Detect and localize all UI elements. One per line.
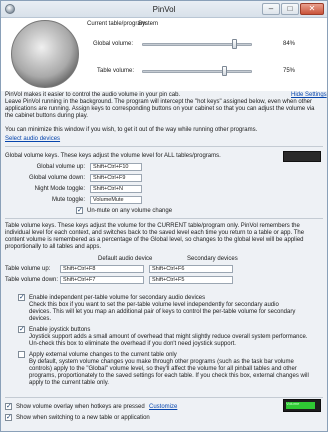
table-volume-thumb[interactable] (222, 66, 227, 76)
show-on-switch-checkbox[interactable]: ✓ (5, 414, 12, 421)
table-volume-slider[interactable] (142, 70, 252, 73)
pinvol-window: PinVol – □ ✕ Current table/program: Syst… (0, 0, 328, 432)
window-controls: – □ ✕ (262, 3, 324, 15)
global-keys-heading: Global volume keys. These keys adjust th… (5, 153, 221, 159)
global-down-label: Global volume down: (28, 175, 85, 181)
current-table-value: System (138, 21, 159, 27)
show-overlay-checkbox[interactable]: ✓ (5, 403, 12, 410)
global-down-key-field[interactable]: Shift+Ctrl+F9 (90, 174, 142, 182)
table-keys-heading: Table volume keys. These keys adjust the… (5, 223, 305, 250)
show-overlay-label: Show volume overlay when hotkeys are pre… (16, 404, 145, 410)
global-volume-thumb[interactable] (231, 39, 237, 49)
table-down-default-field[interactable]: Shift+Ctrl+F7 (60, 276, 144, 284)
hide-settings-link[interactable]: Hide Settings (291, 92, 327, 98)
title-bar[interactable]: PinVol – □ ✕ (1, 1, 327, 18)
unmute-checkbox[interactable]: ✓ (76, 207, 83, 214)
show-on-switch-label: Show when switching to a new table or ap… (16, 415, 150, 421)
divider (5, 218, 323, 219)
maximize-button[interactable]: □ (281, 3, 299, 15)
volume-header: Current table/program: System Global vol… (1, 18, 327, 91)
global-volume-pct: 84% (283, 41, 296, 47)
secondary-devices-header: Secondary devices (187, 256, 238, 262)
table-down-label: Table volume down: (5, 277, 59, 283)
night-mode-label: Night Mode toggle: (34, 186, 85, 192)
table-up-label: Table volume up: (5, 266, 51, 272)
night-mode-key-field[interactable]: Shift+Ctrl+N (90, 185, 142, 193)
mute-toggle-label: Mute toggle: (51, 197, 85, 203)
table-volume-label: Table volume: (97, 68, 135, 74)
table-down-secondary-field[interactable]: Shift+Ctrl+F5 (149, 276, 233, 284)
global-volume-label: Global volume: (93, 41, 134, 47)
volume-overlay-preview: Volume (283, 399, 321, 412)
external-changes-label: Apply external volume changes to the cur… (29, 352, 177, 358)
settings-panel: PinVol makes it easier to control the au… (1, 91, 327, 431)
joystick-checkbox[interactable]: ✓ (18, 326, 25, 333)
table-volume-pct: 75% (283, 68, 296, 74)
independent-volume-desc: Check this box if you want to set the pe… (29, 302, 296, 322)
default-device-header: Default audio device (98, 256, 153, 262)
joystick-desc: Joystick support adds a small amount of … (29, 334, 308, 347)
table-up-secondary-field[interactable]: Shift+Ctrl+F6 (149, 265, 233, 273)
global-up-label: Global volume up: (36, 164, 85, 170)
joystick-label: Enable joystick buttons (29, 327, 91, 333)
speaker-icon (11, 20, 79, 88)
minimize-button[interactable]: – (262, 3, 280, 15)
mute-toggle-key-field[interactable]: VolumeMute (90, 196, 142, 204)
volume-overlay-text: Volume (286, 401, 300, 406)
close-button[interactable]: ✕ (300, 3, 324, 15)
keyboard-icon (283, 151, 321, 162)
divider (5, 146, 323, 147)
select-audio-devices-link[interactable]: Select audio devices (5, 136, 60, 142)
external-changes-desc: By default, system volume changes you ma… (29, 359, 309, 386)
independent-volume-checkbox[interactable]: ✓ (18, 294, 25, 301)
intro-line: PinVol makes it easier to control the au… (5, 92, 181, 98)
independent-volume-label: Enable independent per-table volume for … (29, 295, 206, 301)
customize-link[interactable]: Customize (149, 404, 177, 410)
divider (5, 397, 323, 398)
unmute-label: Un-mute on any volume change (87, 208, 173, 214)
minimize-note: You can minimize this window if you wish… (5, 127, 258, 133)
intro-description: Leave PinVol running in the background. … (5, 99, 315, 119)
global-up-key-field[interactable]: Shift+Ctrl+F10 (90, 163, 142, 171)
table-up-default-field[interactable]: Shift+Ctrl+F8 (60, 265, 144, 273)
external-changes-checkbox[interactable] (18, 351, 25, 358)
